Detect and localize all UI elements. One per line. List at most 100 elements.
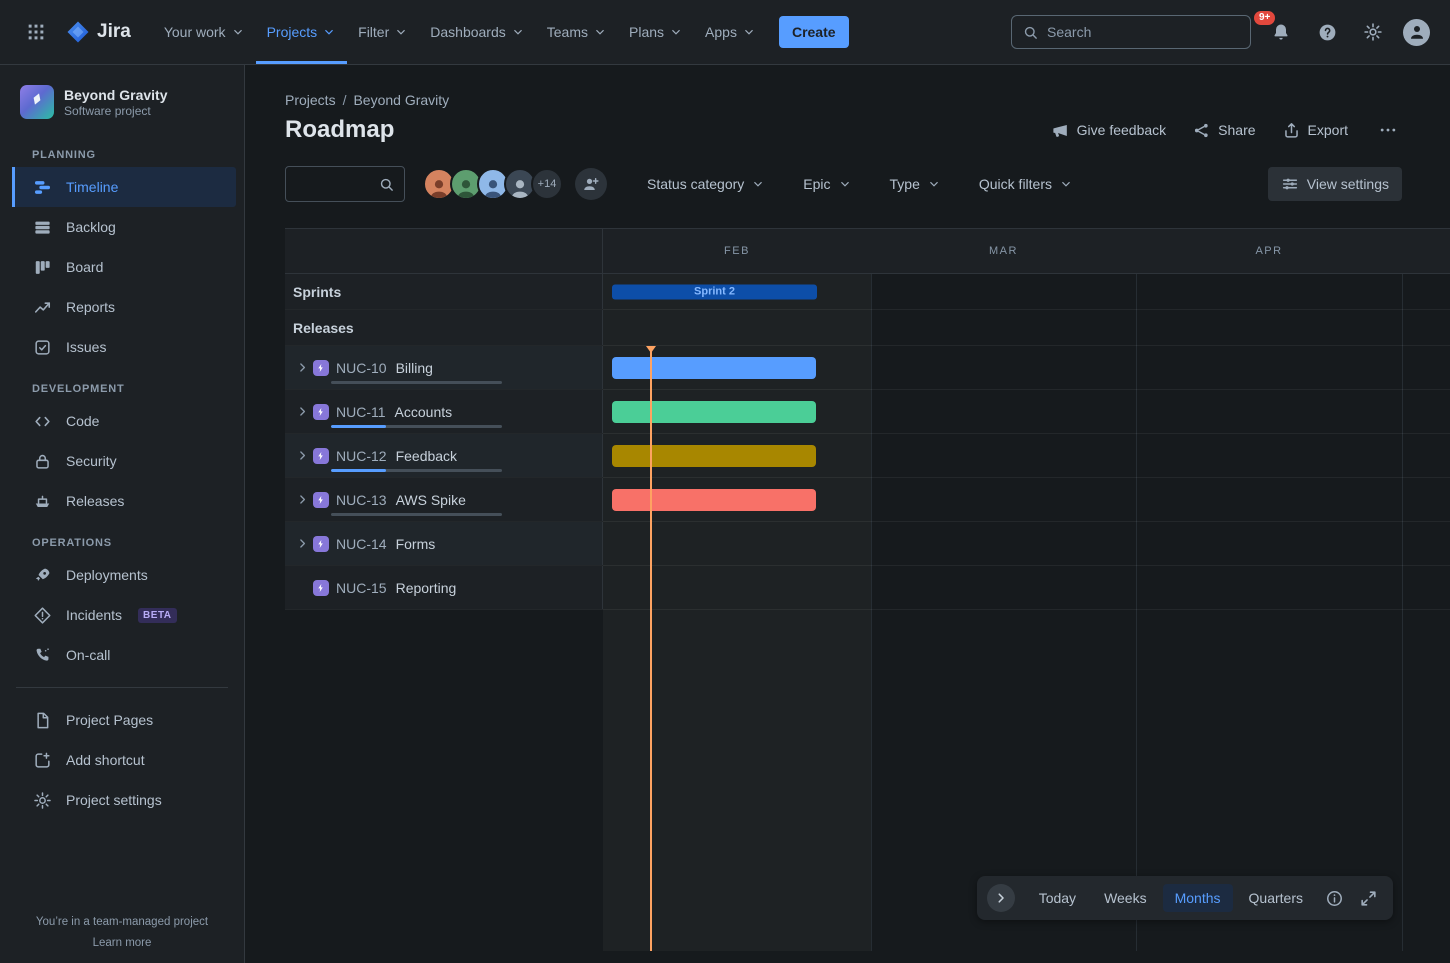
- add-people-button[interactable]: [575, 168, 607, 200]
- sidebar-item-deployments[interactable]: Deployments: [12, 555, 236, 595]
- epic-key: NUC-11: [336, 404, 386, 420]
- sprint-bar[interactable]: Sprint 2: [612, 284, 817, 299]
- project-name: Beyond Gravity: [64, 86, 167, 104]
- learn-more-link[interactable]: Learn more: [0, 937, 244, 949]
- sidebar-item-releases[interactable]: Releases: [12, 481, 236, 521]
- epic-row-nuc-10[interactable]: NUC-10 Billing: [285, 346, 1450, 390]
- timeline-header: FEB MAR APR: [285, 229, 1450, 274]
- gear-icon: [1363, 22, 1383, 42]
- share-button[interactable]: Share: [1192, 121, 1255, 140]
- zoom-months-button[interactable]: Months: [1163, 884, 1233, 912]
- sidebar-item-timeline[interactable]: Timeline: [12, 167, 236, 207]
- expand-icon: [1359, 889, 1378, 908]
- chevron-right-icon: [994, 891, 1008, 905]
- epic-timeline-bar[interactable]: [612, 489, 816, 511]
- sidebar-item-on-call[interactable]: On-call: [12, 635, 236, 675]
- global-search-input[interactable]: [1047, 24, 1240, 40]
- fullscreen-button[interactable]: [1353, 883, 1383, 913]
- filter-epic[interactable]: Epic: [803, 176, 851, 192]
- epic-name: Reporting: [396, 580, 457, 596]
- epic-key: NUC-15: [336, 580, 387, 596]
- chevron-right-icon[interactable]: [293, 535, 311, 553]
- today-triangle-icon: [646, 346, 656, 353]
- ship-icon: [32, 491, 52, 511]
- timeline-info-button[interactable]: [1319, 883, 1349, 913]
- view-settings-button[interactable]: View settings: [1268, 167, 1402, 201]
- megaphone-icon: [1051, 121, 1070, 140]
- sidebar-item-security[interactable]: Security: [12, 441, 236, 481]
- breadcrumb-project-name[interactable]: Beyond Gravity: [353, 92, 449, 108]
- zoom-today-button[interactable]: Today: [1027, 884, 1088, 912]
- filter-type[interactable]: Type: [890, 176, 941, 192]
- chevron-right-icon[interactable]: [293, 359, 311, 377]
- person-icon: [482, 176, 504, 198]
- section-operations: OPERATIONS: [32, 537, 228, 549]
- sprints-row[interactable]: Sprints Sprint 2: [285, 274, 1450, 310]
- nav-filter[interactable]: Filter: [347, 0, 419, 64]
- nav-teams[interactable]: Teams: [536, 0, 618, 64]
- create-button[interactable]: Create: [779, 16, 849, 48]
- epic-row-nuc-11[interactable]: NUC-11 Accounts: [285, 390, 1450, 434]
- sidebar-item-reports[interactable]: Reports: [12, 287, 236, 327]
- epic-timeline-bar[interactable]: [612, 357, 816, 379]
- nav-your-work[interactable]: Your work: [153, 0, 256, 64]
- sidebar-item-backlog[interactable]: Backlog: [12, 207, 236, 247]
- sidebar-item-add-shortcut[interactable]: Add shortcut: [12, 740, 236, 780]
- filter-status-category[interactable]: Status category: [647, 176, 765, 192]
- nav-plans[interactable]: Plans: [618, 0, 694, 64]
- sidebar-item-board[interactable]: Board: [12, 247, 236, 287]
- sidebar-item-project-pages[interactable]: Project Pages: [12, 700, 236, 740]
- zoom-weeks-button[interactable]: Weeks: [1092, 884, 1159, 912]
- notifications-button[interactable]: 9+: [1265, 16, 1297, 48]
- sidebar-divider: [16, 687, 228, 688]
- person-icon: [509, 176, 531, 198]
- epic-key: NUC-13: [336, 492, 387, 508]
- epic-key: NUC-12: [336, 448, 387, 464]
- header-actions: Give feedback Share Export: [1051, 116, 1402, 144]
- epic-row-nuc-14[interactable]: NUC-14 Forms: [285, 522, 1450, 566]
- gear-icon: [32, 790, 52, 810]
- global-search[interactable]: [1011, 15, 1251, 49]
- notification-badge: 9+: [1254, 11, 1275, 25]
- user-avatar[interactable]: [1403, 19, 1430, 46]
- epic-timeline-bar[interactable]: [612, 445, 816, 467]
- filter-quick-filters[interactable]: Quick filters: [979, 176, 1073, 192]
- board-search-input[interactable]: [295, 176, 378, 192]
- help-button[interactable]: [1311, 16, 1343, 48]
- epic-key: NUC-14: [336, 536, 387, 552]
- project-header[interactable]: Beyond Gravity Software project: [0, 65, 244, 133]
- give-feedback-button[interactable]: Give feedback: [1051, 121, 1167, 140]
- more-actions-button[interactable]: [1374, 116, 1402, 144]
- zoom-quarters-button[interactable]: Quarters: [1237, 884, 1315, 912]
- app-switcher-icon[interactable]: [20, 16, 52, 48]
- collapse-panel-button[interactable]: [987, 884, 1015, 912]
- nav-projects[interactable]: Projects: [256, 0, 348, 64]
- chevron-right-icon[interactable]: [293, 491, 311, 509]
- jira-logo[interactable]: Jira: [66, 20, 131, 44]
- phone-icon: [32, 645, 52, 665]
- chevron-down-icon: [593, 25, 607, 39]
- epic-timeline-bar[interactable]: [612, 401, 816, 423]
- board-search[interactable]: [285, 166, 405, 202]
- search-icon: [378, 176, 395, 193]
- chevron-right-icon[interactable]: [293, 447, 311, 465]
- epic-icon: [313, 448, 329, 464]
- epic-row-nuc-13[interactable]: NUC-13 AWS Spike: [285, 478, 1450, 522]
- nav-apps[interactable]: Apps: [694, 0, 767, 64]
- avatar-overflow[interactable]: +14: [531, 168, 563, 200]
- sidebar-item-project-settings[interactable]: Project settings: [12, 780, 236, 820]
- nav-dashboards[interactable]: Dashboards: [419, 0, 536, 64]
- breadcrumb-projects[interactable]: Projects: [285, 92, 336, 108]
- sidebar-item-issues[interactable]: Issues: [12, 327, 236, 367]
- epic-row-nuc-12[interactable]: NUC-12 Feedback: [285, 434, 1450, 478]
- settings-button[interactable]: [1357, 16, 1389, 48]
- top-navigation: Jira Your work Projects Filter Dashboard…: [0, 0, 1450, 65]
- releases-row[interactable]: Releases: [285, 310, 1450, 346]
- jira-app: Jira Your work Projects Filter Dashboard…: [0, 0, 1450, 963]
- epic-row-nuc-15[interactable]: NUC-15 Reporting: [285, 566, 1450, 610]
- export-button[interactable]: Export: [1282, 121, 1348, 140]
- chevron-right-icon[interactable]: [293, 403, 311, 421]
- sidebar-item-incidents[interactable]: Incidents BETA: [12, 595, 236, 635]
- sidebar-item-code[interactable]: Code: [12, 401, 236, 441]
- project-sidebar: Beyond Gravity Software project PLANNING…: [0, 65, 245, 963]
